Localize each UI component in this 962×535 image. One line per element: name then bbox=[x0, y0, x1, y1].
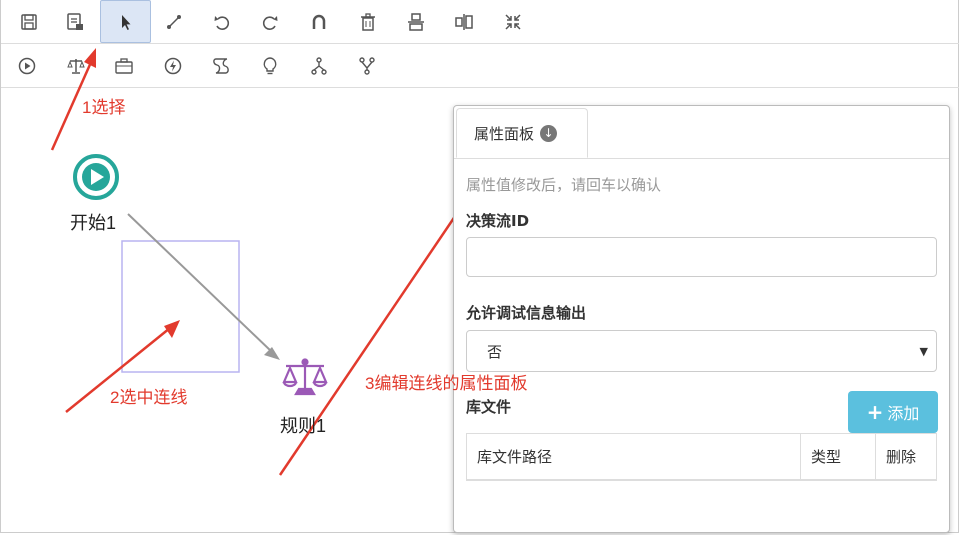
debug-output-value: 否 bbox=[487, 342, 503, 361]
arrow-down-circle-icon[interactable]: ↓ bbox=[540, 124, 558, 142]
debug-output-select[interactable]: 否 ▼ bbox=[466, 330, 937, 372]
rule-node-label[interactable]: 规则1 bbox=[280, 412, 326, 438]
panel-tab-bar: 属性面板 ↓ bbox=[454, 106, 949, 159]
debug-output-label: 允许调试信息输出 bbox=[466, 304, 587, 322]
add-library-button[interactable]: + 添加 bbox=[848, 391, 938, 433]
panel-hint: 属性值修改后，请回车以确认 bbox=[466, 176, 662, 194]
start-node-label[interactable]: 开始1 bbox=[70, 209, 116, 235]
plus-icon: + bbox=[866, 400, 884, 424]
col-header-delete: 删除 bbox=[875, 434, 936, 479]
annotation-step1: 1选择 bbox=[82, 98, 126, 117]
annotation-step3: 3编辑连线的属性面板 bbox=[365, 374, 528, 393]
tab-properties-label: 属性面板 bbox=[474, 124, 535, 143]
library-files-label: 库文件 bbox=[466, 398, 512, 416]
annotation-step2: 2选中连线 bbox=[110, 388, 188, 407]
caret-down-icon: ▼ bbox=[919, 345, 928, 358]
property-panel: 属性面板 ↓ 属性值修改后，请回车以确认 决策流ID 允许调试信息输出 否 ▼ … bbox=[453, 105, 950, 533]
library-table-header: 库文件路径 类型 删除 bbox=[466, 433, 937, 481]
col-header-type: 类型 bbox=[800, 434, 875, 479]
flow-id-input[interactable] bbox=[466, 237, 937, 277]
tab-properties[interactable]: 属性面板 ↓ bbox=[456, 108, 588, 158]
col-header-path: 库文件路径 bbox=[477, 448, 553, 466]
connection-line[interactable] bbox=[127, 213, 280, 360]
add-library-button-label: 添加 bbox=[887, 404, 920, 423]
rule-node-icon[interactable] bbox=[282, 358, 328, 396]
start-node-icon[interactable] bbox=[73, 154, 119, 200]
flow-id-label: 决策流ID bbox=[466, 212, 530, 230]
